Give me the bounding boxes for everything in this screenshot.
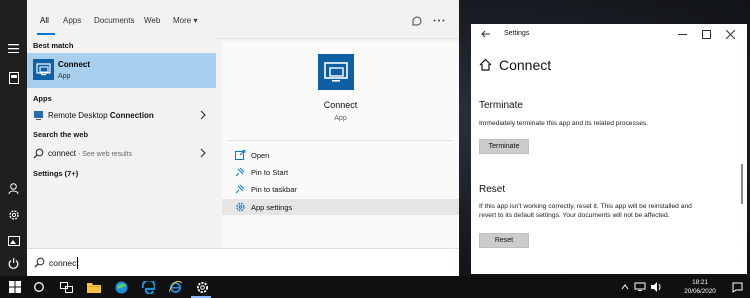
edge-legacy-icon[interactable] — [141, 280, 155, 294]
search-tabs: All Apps Documents Web More ▾ — [27, 0, 459, 39]
text-caret — [77, 257, 78, 269]
web-search-label: connect - See web results — [48, 149, 132, 158]
remote-desktop-label-prefix: Remote Desktop — [48, 111, 110, 120]
reset-heading: Reset — [479, 184, 506, 195]
open-icon — [235, 150, 246, 160]
maximize-icon[interactable] — [699, 27, 713, 41]
photos-icon[interactable] — [6, 233, 21, 248]
user-icon[interactable] — [6, 181, 21, 196]
reset-description: If this app isn't working correctly, res… — [479, 202, 719, 220]
title-bar: Settings — [471, 24, 747, 44]
tab-apps[interactable]: Apps — [63, 16, 81, 25]
connect-app-large-icon — [318, 54, 354, 90]
remote-desktop-icon — [33, 110, 44, 121]
taskbar: 18:21 20/06/2020 — [0, 276, 750, 298]
minimize-icon[interactable] — [675, 27, 689, 41]
task-view-icon[interactable] — [59, 280, 73, 294]
search-input[interactable] — [49, 256, 429, 270]
documents-icon[interactable] — [6, 70, 21, 85]
page-title: Connect — [499, 57, 552, 73]
best-match-item[interactable]: Connect App — [27, 53, 216, 88]
network-icon[interactable] — [633, 280, 647, 294]
notifications-icon[interactable] — [730, 280, 744, 294]
remote-desktop-label: Remote Desktop Connection — [48, 111, 154, 120]
chevron-right-icon[interactable] — [199, 110, 207, 120]
action-app-settings[interactable]: App settings — [222, 199, 459, 215]
settings-results-heading[interactable]: Settings (7+) — [33, 169, 78, 178]
results-list: Best match Connect App Apps Remote Deskt… — [27, 38, 216, 248]
list-item-remote-desktop[interactable]: Remote Desktop Connection — [27, 107, 216, 125]
gear-icon — [235, 202, 246, 212]
reset-button[interactable]: Reset — [479, 233, 529, 248]
power-icon[interactable] — [6, 256, 21, 271]
search-icon — [33, 148, 44, 159]
notification-chevron-icon[interactable] — [618, 280, 632, 294]
divider — [228, 140, 452, 141]
action-open-label: Open — [251, 151, 270, 160]
menu-icon[interactable] — [6, 41, 21, 56]
tab-all[interactable]: All — [40, 16, 49, 25]
tab-more-label: More — [173, 16, 192, 25]
search-box[interactable] — [27, 248, 459, 277]
best-match-title: Connect — [58, 60, 90, 69]
action-pin-to-taskbar-label: Pin to taskbar — [251, 185, 297, 194]
action-pin-to-start[interactable]: Pin to Start — [222, 164, 459, 180]
search-icon[interactable] — [32, 280, 46, 294]
search-icon — [34, 257, 45, 268]
remote-desktop-label-bold: Connection — [109, 111, 154, 120]
search-results-panel: All Apps Documents Web More ▾ Best match… — [27, 0, 459, 277]
internet-explorer-icon[interactable] — [168, 280, 182, 294]
search-web-heading: Search the web — [33, 130, 89, 139]
reset-description-line-1: If this app isn't working correctly, res… — [479, 203, 692, 210]
best-match-subtitle: App — [58, 73, 71, 80]
terminate-button[interactable]: Terminate — [479, 139, 529, 154]
settings-gear-icon[interactable] — [195, 280, 209, 294]
windows-start-icon[interactable] — [8, 280, 22, 294]
more-options-icon[interactable] — [432, 13, 446, 27]
apps-heading: Apps — [33, 94, 52, 103]
file-explorer-icon[interactable] — [87, 280, 101, 294]
active-tab-indicator — [37, 33, 55, 35]
connect-app-icon — [33, 59, 54, 80]
pin-icon — [235, 167, 246, 177]
result-detail-pane: Connect App Open Pin to Start Pin to tas… — [222, 42, 459, 248]
chevron-right-icon[interactable] — [199, 148, 207, 158]
edge-chromium-icon[interactable] — [114, 280, 128, 294]
list-item-web-search[interactable]: connect - See web results — [27, 145, 216, 163]
scrollbar[interactable] — [741, 164, 743, 204]
close-icon[interactable] — [723, 27, 737, 41]
web-search-suffix: - See web results — [76, 151, 133, 158]
tab-web[interactable]: Web — [144, 16, 160, 25]
start-menu-rail — [0, 0, 27, 276]
taskbar-date[interactable]: 20/06/2020 — [678, 288, 722, 295]
back-arrow-icon[interactable] — [481, 29, 491, 39]
action-app-settings-label: App settings — [251, 203, 293, 212]
action-pin-to-taskbar[interactable]: Pin to taskbar — [222, 181, 459, 197]
detail-app-type: App — [334, 115, 347, 122]
home-icon — [479, 58, 492, 71]
web-search-query: connect — [48, 149, 77, 158]
reset-description-line-2: revert to its default settings. Your doc… — [479, 212, 670, 219]
settings-window: Settings Connect Terminate Immediately t… — [471, 24, 747, 274]
tab-documents[interactable]: Documents — [94, 16, 134, 25]
detail-app-name: Connect — [323, 100, 358, 110]
action-open[interactable]: Open — [222, 147, 459, 163]
window-title: Settings — [504, 30, 530, 37]
best-match-heading: Best match — [33, 41, 74, 50]
terminate-description: Immediately terminate this app and its r… — [479, 120, 649, 127]
volume-icon[interactable] — [649, 280, 663, 294]
settings-icon[interactable] — [6, 207, 21, 222]
feedback-icon[interactable] — [409, 13, 423, 27]
tab-more[interactable]: More ▾ — [173, 16, 197, 25]
taskbar-clock[interactable]: 18:21 — [680, 279, 720, 286]
action-pin-to-start-label: Pin to Start — [251, 168, 289, 177]
pin-icon — [235, 184, 246, 194]
terminate-heading: Terminate — [479, 100, 523, 111]
